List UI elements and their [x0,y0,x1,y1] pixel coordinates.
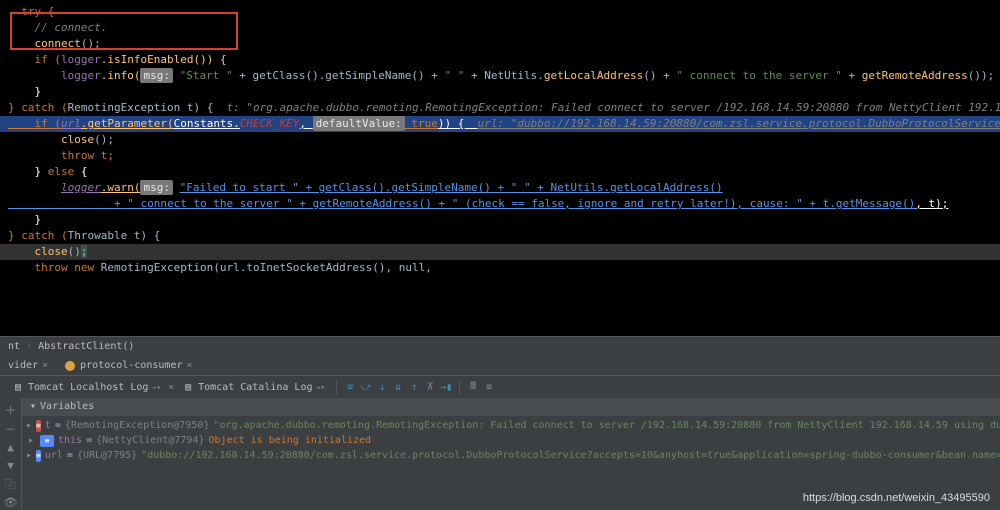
variable-row[interactable]: ▸ ≡ this = {NettyClient@7794} Object is … [26,433,996,448]
code-line: // connect. [0,20,1000,36]
expand-icon[interactable]: ▸ [26,418,32,433]
step-into-icon[interactable]: ↓ [375,380,389,394]
code-line: logger.warn(msg: "Failed to start " + ge… [0,180,1000,196]
collapse-icon[interactable]: ▾ [30,398,36,416]
expand-icon[interactable]: ▸ [26,433,36,448]
breadcrumb-bar[interactable]: ntAbstractClient() [0,336,1000,356]
dropdown-icon: →▾ [151,383,161,392]
tomcat-icon [64,360,76,372]
step-over-icon[interactable]: ⤻ [359,380,373,394]
code-line: logger.info(msg: "Start " + getClass().g… [0,68,1000,84]
separator [336,380,337,394]
code-line: close(); [0,132,1000,148]
debug-gutter: ＋ － ▲ ▼ ⿻ 👁 [0,398,22,510]
add-watch-icon[interactable]: ＋ [3,402,19,418]
tab-provider[interactable]: vider× [0,356,56,375]
watermark-text: https://blog.csdn.net/weixin_43495590 [803,492,990,504]
code-line: throw new RemotingException(url.toInetSo… [0,260,1000,276]
code-line: throw t; [0,148,1000,164]
log-icon: ▤ [181,380,195,394]
code-line: connect(); [0,36,1000,52]
code-line: } [0,212,1000,228]
close-icon[interactable]: × [187,360,193,371]
evaluate-expression-icon[interactable]: 🖩 [466,380,480,394]
close-icon[interactable]: × [42,360,48,371]
remove-watch-icon[interactable]: － [3,421,19,437]
code-editor[interactable]: try { // connect. connect(); if (logger.… [0,0,1000,336]
code-line: + " connect to the server " + getRemoteA… [0,196,1000,212]
exception-badge-icon: ≡ [36,420,41,432]
trace-current-stream-icon[interactable]: ≡ [482,380,496,394]
code-line-cursor: close(); [0,244,1000,260]
force-step-into-icon[interactable]: ⇊ [391,380,405,394]
variables-tree[interactable]: ▸ ≡ t = {RemotingException@7950} "org.ap… [22,416,1000,465]
up-icon[interactable]: ▲ [3,440,19,455]
show-watches-icon[interactable]: 👁 [3,495,19,510]
code-line: } catch (RemotingException t) { t: "org.… [0,100,1000,116]
object-badge-icon: ≡ [36,450,41,462]
duplicate-icon[interactable]: ⿻ [3,476,19,492]
variables-header[interactable]: ▾Variables [22,398,1000,416]
debug-toolbar: ▤Tomcat Localhost Log→▾ × ▤Tomcat Catali… [0,376,1000,398]
code-line: } [0,84,1000,100]
breadcrumb-item[interactable]: AbstractClient() [38,341,134,352]
show-execution-point-icon[interactable]: ≡ [343,380,357,394]
code-line: if (logger.isInfoEnabled()) { [0,52,1000,68]
code-line: } catch (Throwable t) { [0,228,1000,244]
tomcat-localhost-log[interactable]: ▤Tomcat Localhost Log→▾ [6,380,166,394]
log-icon: ▤ [11,380,25,394]
dropdown-icon: →▾ [315,383,325,392]
code-line-highlighted: if (url.getParameter(Constants.CHECK_KEY… [0,116,1000,132]
drop-frame-icon[interactable]: ⊼ [423,380,437,394]
breadcrumb-item[interactable]: nt [8,341,38,352]
code-line: } else { [0,164,1000,180]
variable-row[interactable]: ▸ ≡ t = {RemotingException@7950} "org.ap… [26,418,996,433]
tomcat-catalina-log[interactable]: ▤Tomcat Catalina Log→▾ [176,380,330,394]
expand-icon[interactable]: ▸ [26,448,32,463]
variable-row[interactable]: ▸ ≡ url = {URL@7795} "dubbo://192.168.14… [26,448,996,463]
run-to-cursor-icon[interactable]: →▮ [439,380,453,394]
run-tabs: vider× protocol-consumer× [0,356,1000,376]
separator [459,380,460,394]
close-icon[interactable]: × [168,382,174,393]
code-line: try { [0,4,1000,20]
step-out-icon[interactable]: ↑ [407,380,421,394]
object-badge-icon: ≡ [40,435,54,447]
tab-consumer[interactable]: protocol-consumer× [56,356,200,375]
down-icon[interactable]: ▼ [3,458,19,473]
